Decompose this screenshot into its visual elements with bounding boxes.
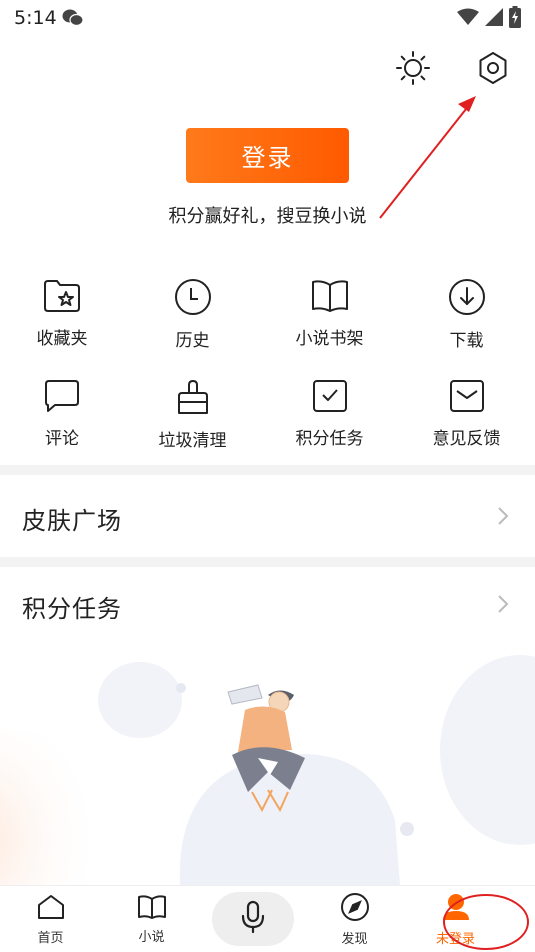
book-icon — [311, 270, 349, 318]
nav-home[interactable]: 首页 — [0, 893, 101, 946]
status-bar: 5:14 — [0, 0, 535, 38]
points-task-row[interactable]: 积分任务 — [0, 567, 535, 645]
empty-state-illustration — [0, 640, 535, 885]
favorites-item[interactable]: 收藏夹 — [0, 270, 124, 370]
skin-square-row[interactable]: 皮肤广场 — [0, 479, 535, 557]
feature-grid: 收藏夹 历史 小说书架 下载 评论 垃圾清理 积分任务 意见反馈 — [0, 270, 535, 470]
bottom-nav: 首页 小说 发现 未登录 — [0, 885, 535, 952]
status-time: 5:14 — [14, 7, 57, 29]
nav-me[interactable]: 未登录 — [405, 892, 506, 947]
task-check-icon — [311, 370, 349, 418]
chevron-right-icon — [497, 594, 509, 618]
voice-search-button[interactable] — [212, 892, 294, 946]
microphone-icon — [241, 900, 265, 938]
bookshelf-item[interactable]: 小说书架 — [261, 270, 398, 370]
skin-square-title: 皮肤广场 — [22, 506, 122, 535]
brightness-button[interactable] — [393, 50, 433, 90]
broom-icon — [174, 370, 212, 420]
book-icon — [137, 894, 167, 924]
wifi-icon — [457, 8, 479, 30]
nav-me-label: 未登录 — [435, 931, 475, 947]
login-button[interactable]: 登录 — [186, 128, 349, 183]
login-subtitle: 积分赢好礼，搜豆换小说 — [168, 206, 367, 227]
feedback-item[interactable]: 意见反馈 — [398, 370, 535, 470]
bookshelf-label: 小说书架 — [295, 329, 364, 349]
points-task-item[interactable]: 积分任务 — [261, 370, 398, 470]
download-label: 下载 — [449, 331, 484, 351]
home-icon — [36, 893, 66, 925]
grid-row: 收藏夹 历史 小说书架 下载 — [0, 270, 535, 370]
section-divider — [0, 557, 535, 567]
folder-star-icon — [43, 270, 81, 318]
comment-item[interactable]: 评论 — [0, 370, 124, 470]
chevron-right-icon — [497, 506, 509, 530]
sun-icon — [395, 50, 431, 90]
history-label: 历史 — [175, 331, 210, 351]
gear-icon — [475, 50, 511, 90]
clock-icon — [174, 270, 212, 320]
section-divider — [0, 465, 535, 475]
compass-icon — [340, 892, 370, 926]
battery-icon — [509, 6, 521, 32]
signal-icon — [485, 8, 503, 30]
points-task-label: 积分任务 — [295, 429, 364, 449]
comment-label: 评论 — [45, 429, 79, 449]
nav-novel[interactable]: 小说 — [101, 894, 202, 945]
grid-row: 评论 垃圾清理 积分任务 意见反馈 — [0, 370, 535, 470]
nav-discover[interactable]: 发现 — [304, 892, 405, 947]
favorites-label: 收藏夹 — [36, 329, 88, 349]
settings-button[interactable] — [473, 50, 513, 90]
points-task-title: 积分任务 — [22, 594, 122, 623]
download-item[interactable]: 下载 — [398, 270, 535, 370]
cleanup-label: 垃圾清理 — [158, 431, 227, 451]
comment-icon — [43, 370, 81, 418]
cleanup-item[interactable]: 垃圾清理 — [124, 370, 261, 470]
nav-discover-label: 发现 — [341, 931, 368, 947]
nav-novel-label: 小说 — [138, 929, 165, 945]
nav-home-label: 首页 — [37, 930, 64, 946]
download-icon — [448, 270, 486, 320]
user-avatar-icon — [441, 892, 471, 926]
feedback-label: 意见反馈 — [432, 429, 501, 449]
mail-icon — [448, 370, 486, 418]
wechat-notification-icon — [62, 8, 84, 32]
history-item[interactable]: 历史 — [124, 270, 261, 370]
